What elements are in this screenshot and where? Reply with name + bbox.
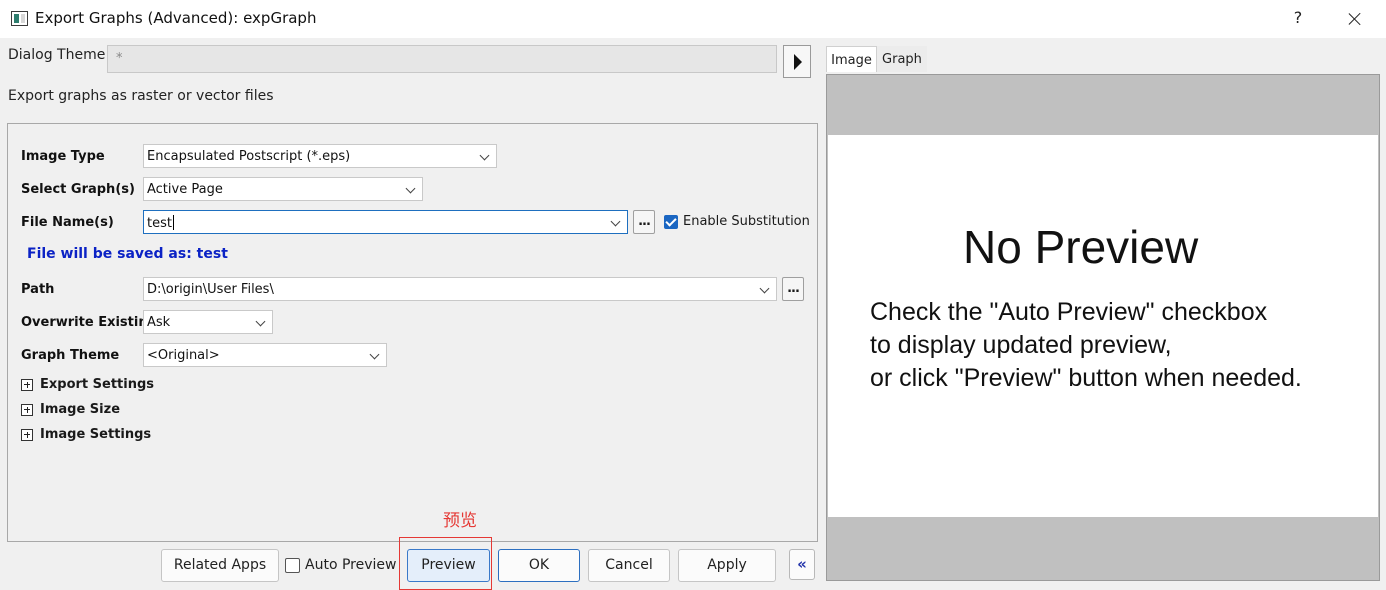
image-settings-label: Image Settings xyxy=(40,427,152,442)
image-type-value: Encapsulated Postscript (*.eps) xyxy=(147,149,351,164)
export-settings-group[interactable]: Export Settings xyxy=(21,377,154,392)
image-size-label: Image Size xyxy=(40,402,121,417)
preview-annotation-label: 预览 xyxy=(443,511,477,531)
preview-panel: Image Graph No Preview Check the "Auto P… xyxy=(822,38,1386,590)
dialog-description: Export graphs as raster or vector files xyxy=(8,88,274,104)
no-preview-message-line-1: Check the "Auto Preview" checkbox xyxy=(870,298,1268,326)
file-names-label: File Name(s) xyxy=(21,215,114,230)
auto-preview-checkbox[interactable]: Auto Preview xyxy=(285,557,396,573)
preview-frame: No Preview Check the "Auto Preview" chec… xyxy=(826,74,1380,581)
settings-box: Image Type Encapsulated Postscript (*.ep… xyxy=(7,123,818,542)
no-preview-message-line-3: or click "Preview" button when needed. xyxy=(870,364,1302,392)
enable-substitution-checkbox[interactable]: Enable Substitution xyxy=(664,214,810,229)
text-caret xyxy=(172,215,174,230)
dialog-theme-menu-button[interactable] xyxy=(783,45,811,78)
tab-image[interactable]: Image xyxy=(826,46,877,72)
no-preview-title: No Preview xyxy=(963,221,1199,273)
close-icon[interactable] xyxy=(1342,6,1368,32)
preview-canvas: No Preview Check the "Auto Preview" chec… xyxy=(828,135,1378,517)
tab-graph[interactable]: Graph xyxy=(877,46,927,72)
graph-theme-value: <Original> xyxy=(147,348,220,363)
expand-plus-icon xyxy=(21,378,33,391)
preview-button[interactable]: Preview xyxy=(407,549,490,582)
window-app-icon xyxy=(11,11,28,26)
graph-theme-label: Graph Theme xyxy=(21,348,120,363)
chevron-down-icon xyxy=(369,349,380,360)
expand-plus-icon xyxy=(21,403,33,416)
chevron-down-icon xyxy=(759,283,770,294)
expand-plus-icon xyxy=(21,428,33,441)
related-apps-button[interactable]: Related Apps xyxy=(161,549,279,582)
window-title: Export Graphs (Advanced): expGraph xyxy=(35,9,317,27)
apply-button[interactable]: Apply xyxy=(678,549,776,582)
overwrite-existing-value: Ask xyxy=(147,315,171,330)
select-graphs-select[interactable]: Active Page xyxy=(143,177,423,201)
checkbox-checked-icon xyxy=(664,214,678,229)
save-as-preview-text: File will be saved as: test xyxy=(27,246,228,262)
file-names-value: test xyxy=(147,216,172,231)
chevron-down-icon xyxy=(479,150,490,161)
title-bar: Export Graphs (Advanced): expGraph ? xyxy=(0,0,1386,38)
image-settings-group[interactable]: Image Settings xyxy=(21,427,151,442)
settings-panel: Dialog Theme * Export graphs as raster o… xyxy=(0,38,822,590)
export-settings-label: Export Settings xyxy=(40,377,155,392)
file-names-browse-button[interactable]: ... xyxy=(633,210,655,234)
cancel-button[interactable]: Cancel xyxy=(588,549,670,582)
help-button[interactable]: ? xyxy=(1288,8,1308,30)
enable-substitution-label: Enable Substitution xyxy=(683,214,810,229)
image-type-select[interactable]: Encapsulated Postscript (*.eps) xyxy=(143,144,497,168)
overwrite-existing-select[interactable]: Ask xyxy=(143,310,273,334)
chevron-down-icon xyxy=(255,316,266,327)
path-input[interactable]: D:\origin\User Files\ xyxy=(143,277,777,301)
checkbox-unchecked-icon xyxy=(285,557,300,573)
select-graphs-label: Select Graph(s) xyxy=(21,182,135,197)
graph-theme-select[interactable]: <Original> xyxy=(143,343,387,367)
dialog-theme-field[interactable]: * xyxy=(107,45,777,73)
path-value: D:\origin\User Files\ xyxy=(147,282,274,297)
select-graphs-value: Active Page xyxy=(147,182,223,197)
path-label: Path xyxy=(21,282,55,297)
auto-preview-label: Auto Preview xyxy=(305,557,397,573)
collapse-panel-button[interactable]: « xyxy=(789,549,815,580)
dialog-theme-label: Dialog Theme xyxy=(8,47,106,63)
chevron-down-icon xyxy=(405,183,416,194)
overwrite-existing-label: Overwrite Existing xyxy=(21,315,157,330)
image-type-label: Image Type xyxy=(21,149,105,164)
chevron-down-icon xyxy=(610,216,621,227)
file-names-input[interactable]: test xyxy=(143,210,628,234)
image-size-group[interactable]: Image Size xyxy=(21,402,120,417)
path-browse-button[interactable]: ... xyxy=(782,277,804,301)
ok-button[interactable]: OK xyxy=(498,549,580,582)
no-preview-message-line-2: to display updated preview, xyxy=(870,331,1172,359)
